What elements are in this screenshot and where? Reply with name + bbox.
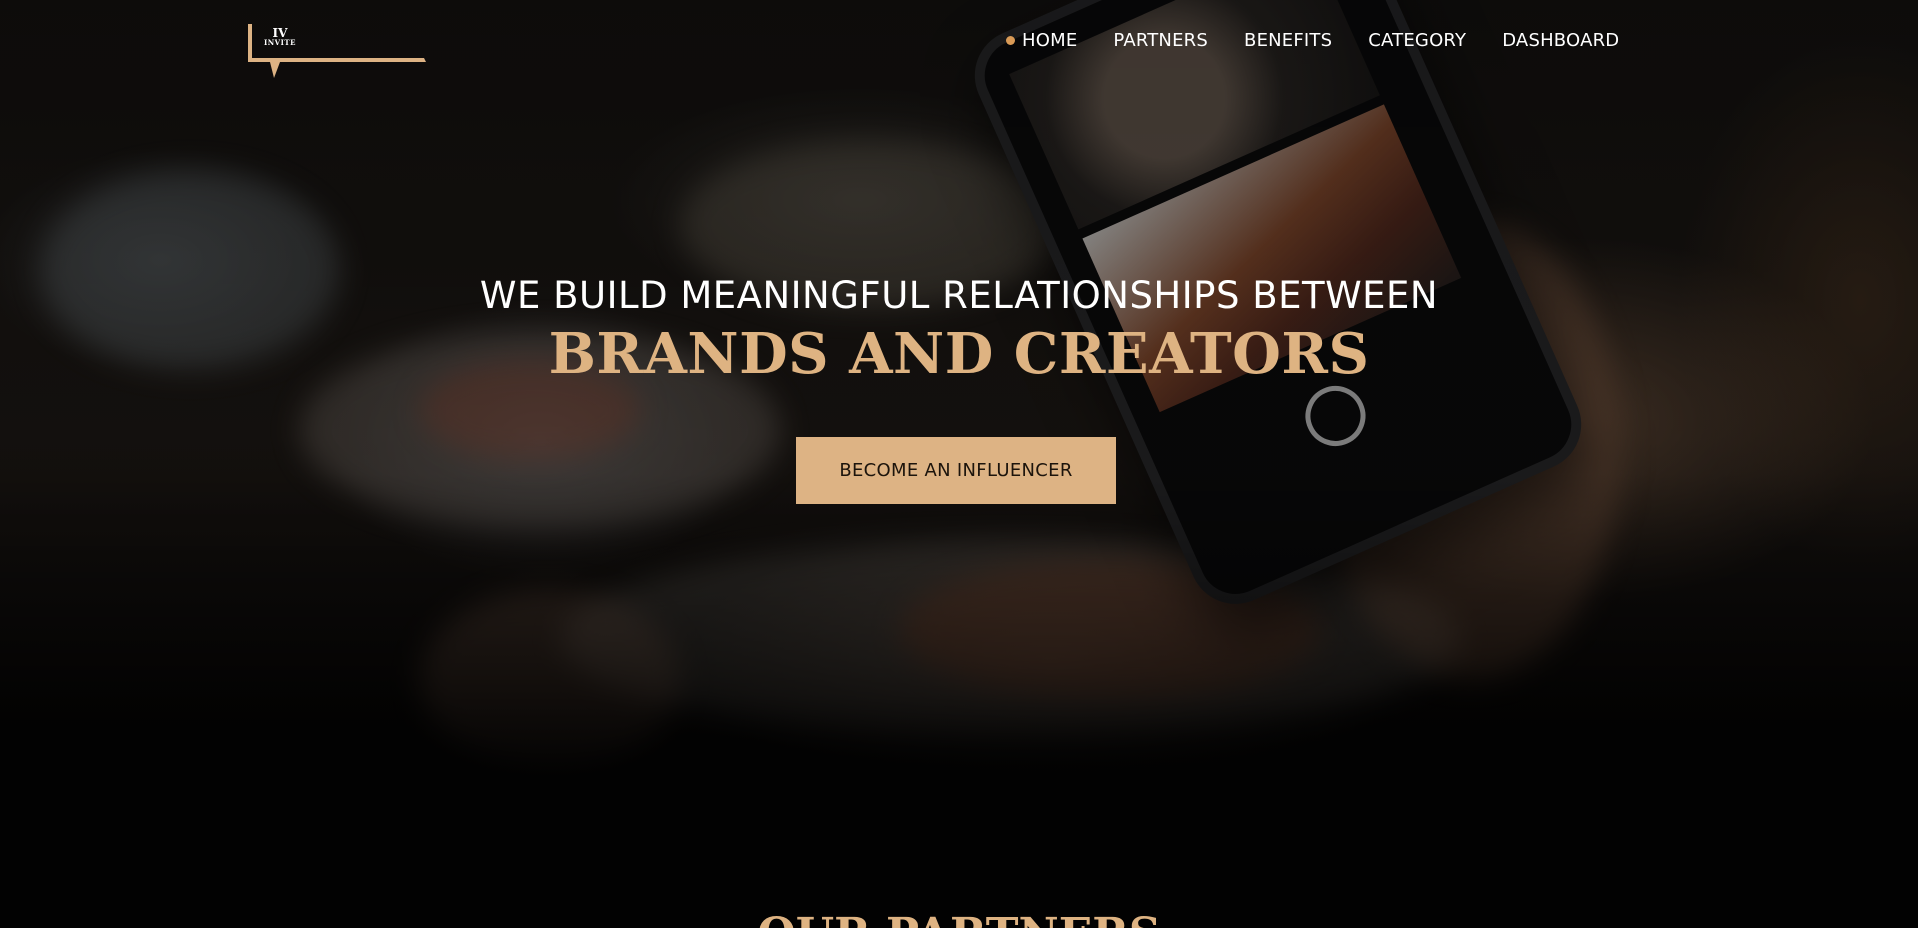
hero-background	[0, 0, 1918, 790]
active-indicator-dot	[1006, 36, 1015, 45]
hero-text-block: WE BUILD MEANINGFUL RELATIONSHIPS BETWEE…	[0, 270, 1918, 386]
main-nav: HOME PARTNERS BENEFITS CATEGORY DASHBOAR…	[1006, 30, 1619, 51]
nav-item-label: DASHBOARD	[1502, 30, 1620, 51]
site-logo[interactable]: IV INVITE	[248, 22, 428, 82]
nav-item-label: CATEGORY	[1368, 30, 1467, 51]
nav-item-label: HOME	[1022, 30, 1078, 51]
partners-section-title: OUR PARTNERS	[0, 910, 1918, 928]
nav-item-dashboard[interactable]: DASHBOARD	[1502, 30, 1619, 51]
logo-sub-text: INVITE	[264, 38, 296, 47]
hero-headline-accent: BRANDS AND CREATORS	[548, 321, 1370, 387]
become-influencer-button[interactable]: BECOME AN INFLUENCER	[796, 437, 1116, 504]
hero-overlay	[0, 0, 1918, 790]
nav-item-home[interactable]: HOME	[1006, 30, 1077, 51]
logo-wordmark: IV INVITE	[264, 27, 296, 48]
landing-page: IV INVITE HOME PARTNERS BENEFITS CATEGOR…	[0, 0, 1918, 928]
nav-item-benefits[interactable]: BENEFITS	[1244, 30, 1332, 51]
hero-headline: WE BUILD MEANINGFUL RELATIONSHIPS BETWEE…	[479, 274, 1439, 317]
nav-item-partners[interactable]: PARTNERS	[1113, 30, 1208, 51]
nav-item-label: PARTNERS	[1113, 30, 1209, 51]
nav-item-label: BENEFITS	[1244, 30, 1333, 51]
nav-item-category[interactable]: CATEGORY	[1368, 30, 1466, 51]
